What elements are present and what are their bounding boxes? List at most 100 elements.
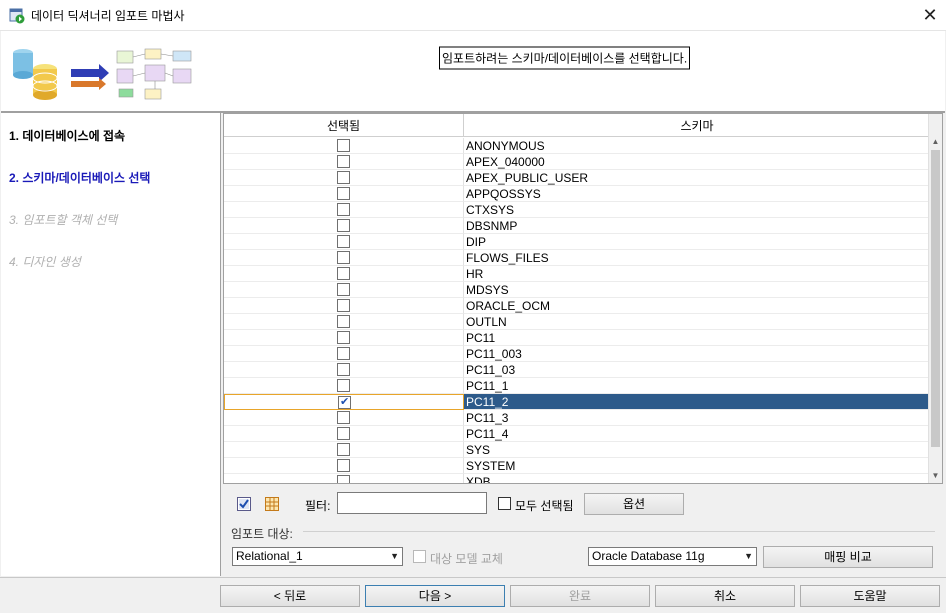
selected-cell[interactable] — [224, 474, 464, 483]
row-select-checkbox[interactable] — [337, 459, 350, 472]
selected-cell[interactable] — [224, 362, 464, 378]
row-select-checkbox[interactable] — [337, 251, 350, 264]
design-select[interactable]: Relational_1 ▼ — [232, 547, 403, 566]
schema-name-cell[interactable]: PC11_2 — [464, 394, 930, 410]
selected-cell[interactable] — [224, 394, 464, 410]
row-select-checkbox[interactable] — [337, 171, 350, 184]
vertical-scrollbar[interactable]: ▲ ▼ — [928, 114, 942, 483]
row-select-checkbox[interactable] — [337, 315, 350, 328]
row-select-checkbox[interactable] — [337, 187, 350, 200]
row-select-checkbox[interactable] — [337, 155, 350, 168]
schema-name-cell[interactable]: MDSYS — [464, 282, 930, 298]
table-row[interactable]: CTXSYS — [224, 202, 930, 218]
schema-name-cell[interactable]: PC11_03 — [464, 362, 930, 378]
selected-cell[interactable] — [224, 314, 464, 330]
schema-name-cell[interactable]: DIP — [464, 234, 930, 250]
selected-cell[interactable] — [224, 298, 464, 314]
next-button[interactable]: 다음 > — [365, 585, 505, 607]
table-row[interactable]: ORACLE_OCM — [224, 298, 930, 314]
schema-name-cell[interactable]: PC11 — [464, 330, 930, 346]
selected-cell[interactable] — [224, 346, 464, 362]
selected-cell[interactable] — [224, 138, 464, 154]
select-all-button[interactable] — [233, 493, 255, 515]
compare-mapping-button[interactable]: 매핑 비교 — [763, 546, 933, 568]
cancel-button[interactable]: 취소 — [655, 585, 795, 607]
scroll-thumb[interactable] — [931, 150, 940, 447]
help-button[interactable]: 도움말 — [800, 585, 940, 607]
finish-button[interactable]: 완료 — [510, 585, 650, 607]
schema-name-cell[interactable]: PC11_3 — [464, 410, 930, 426]
row-select-checkbox[interactable] — [337, 139, 350, 152]
selected-cell[interactable] — [224, 458, 464, 474]
chevron-down-icon[interactable]: ▼ — [744, 548, 753, 565]
selected-cell[interactable] — [224, 426, 464, 442]
table-row[interactable]: HR — [224, 266, 930, 282]
scroll-up-icon[interactable]: ▲ — [929, 135, 942, 149]
replace-model-checkbox[interactable] — [413, 550, 426, 563]
table-icon[interactable] — [264, 496, 280, 512]
table-row[interactable]: PC11_003 — [224, 346, 930, 362]
row-select-checkbox[interactable] — [337, 379, 350, 392]
selected-cell[interactable] — [224, 410, 464, 426]
table-row[interactable]: APEX_040000 — [224, 154, 930, 170]
selected-cell[interactable] — [224, 250, 464, 266]
schema-name-cell[interactable]: SYSTEM — [464, 458, 930, 474]
table-row[interactable]: APEX_PUBLIC_USER — [224, 170, 930, 186]
back-button[interactable]: < 뒤로 — [220, 585, 360, 607]
selected-cell[interactable] — [224, 266, 464, 282]
table-row[interactable]: FLOWS_FILES — [224, 250, 930, 266]
table-row[interactable]: PC11_1 — [224, 378, 930, 394]
selected-cell[interactable] — [224, 154, 464, 170]
schema-name-cell[interactable]: ORACLE_OCM — [464, 298, 930, 314]
schema-name-cell[interactable]: CTXSYS — [464, 202, 930, 218]
table-row[interactable]: PC11_3 — [224, 410, 930, 426]
row-select-checkbox[interactable] — [337, 331, 350, 344]
schema-name-cell[interactable]: PC11_003 — [464, 346, 930, 362]
row-select-checkbox[interactable] — [337, 443, 350, 456]
selected-cell[interactable] — [224, 202, 464, 218]
selected-cell[interactable] — [224, 218, 464, 234]
row-select-checkbox[interactable] — [337, 203, 350, 216]
table-row[interactable]: PC11 — [224, 330, 930, 346]
schema-name-cell[interactable]: PC11_4 — [464, 426, 930, 442]
filter-input[interactable] — [337, 492, 487, 514]
row-select-checkbox[interactable] — [337, 411, 350, 424]
table-row[interactable]: OUTLN — [224, 314, 930, 330]
schema-name-cell[interactable]: APEX_040000 — [464, 154, 930, 170]
row-select-checkbox[interactable] — [338, 395, 351, 409]
schema-name-cell[interactable]: XDB — [464, 474, 930, 483]
row-select-checkbox[interactable] — [337, 363, 350, 376]
table-row[interactable]: PC11_03 — [224, 362, 930, 378]
table-row[interactable]: ANONYMOUS — [224, 138, 930, 154]
schema-grid[interactable]: 선택됨 스키마 ANONYMOUS APEX_040000 APEX_PUBLIC_… — [223, 113, 943, 484]
table-row[interactable]: SYS — [224, 442, 930, 458]
schema-name-cell[interactable]: APEX_PUBLIC_USER — [464, 170, 930, 186]
schema-name-cell[interactable]: PC11_1 — [464, 378, 930, 394]
selected-cell[interactable] — [224, 282, 464, 298]
database-select[interactable]: Oracle Database 11g ▼ — [588, 547, 757, 566]
table-row[interactable]: PC11_4 — [224, 426, 930, 442]
table-row[interactable]: PC11_2 — [224, 394, 930, 410]
selected-cell[interactable] — [224, 170, 464, 186]
column-header-schema[interactable]: 스키마 — [464, 114, 930, 137]
table-row[interactable]: MDSYS — [224, 282, 930, 298]
schema-name-cell[interactable]: APPQOSSYS — [464, 186, 930, 202]
selected-cell[interactable] — [224, 378, 464, 394]
schema-name-cell[interactable]: OUTLN — [464, 314, 930, 330]
row-select-checkbox[interactable] — [337, 475, 350, 483]
table-row[interactable]: DIP — [224, 234, 930, 250]
selected-cell[interactable] — [224, 330, 464, 346]
selected-cell[interactable] — [224, 442, 464, 458]
close-icon[interactable]: ✕ — [922, 5, 937, 26]
column-header-selected[interactable]: 선택됨 — [224, 114, 464, 137]
close-button[interactable]: ✕ — [914, 0, 946, 31]
grid-view-button[interactable] — [261, 493, 283, 515]
row-select-checkbox[interactable] — [337, 219, 350, 232]
select-all-checkbox[interactable] — [498, 497, 511, 510]
schema-name-cell[interactable]: ANONYMOUS — [464, 138, 930, 154]
chevron-down-icon[interactable]: ▼ — [390, 548, 399, 565]
row-select-checkbox[interactable] — [337, 427, 350, 440]
schema-name-cell[interactable]: HR — [464, 266, 930, 282]
selected-cell[interactable] — [224, 186, 464, 202]
row-select-checkbox[interactable] — [337, 235, 350, 248]
